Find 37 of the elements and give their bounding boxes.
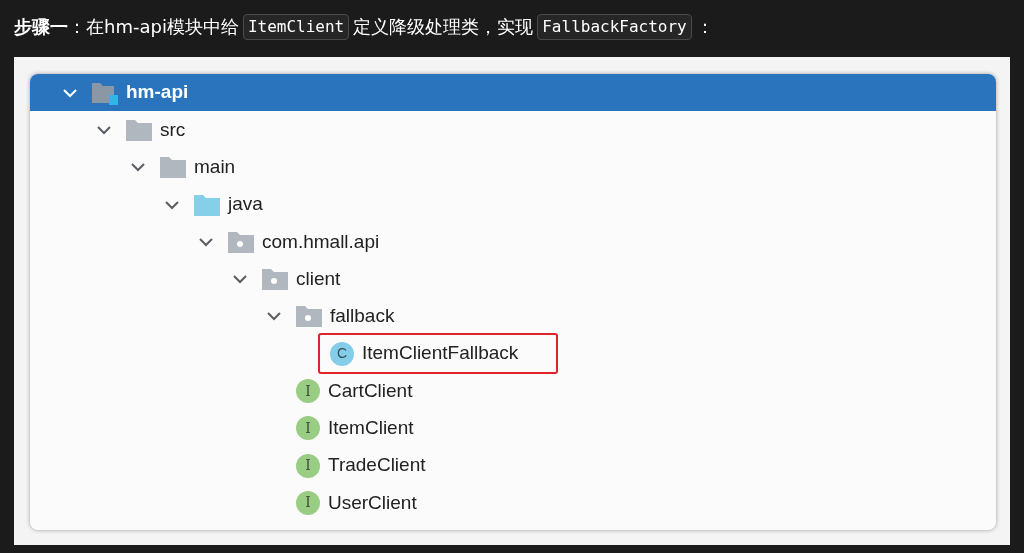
package-folder-icon xyxy=(262,268,288,291)
class-icon: C xyxy=(330,341,354,366)
tree-item-label: main xyxy=(194,155,236,179)
tree-item-label: TradeClient xyxy=(328,453,426,478)
step-heading: 步骤一：在hm-api模块中给 ItemClient 定义降级处理类，实现 FallbackFactory ： xyxy=(0,0,1024,57)
folder-icon xyxy=(126,118,152,141)
module-folder-icon xyxy=(92,80,118,105)
tree-item-label: fallback xyxy=(330,304,395,329)
tree-row[interactable]: src xyxy=(30,111,996,149)
interface-icon: I xyxy=(296,416,320,441)
tree-item-label: ItemClient xyxy=(328,416,414,441)
interface-icon: I xyxy=(296,453,320,478)
tree-row[interactable]: I ItemClient xyxy=(30,409,996,447)
folder-icon xyxy=(160,156,186,179)
tree-item-label: com.hmall.api xyxy=(262,229,380,254)
tree-item-label: UserClient xyxy=(328,490,417,515)
folder-icon xyxy=(194,193,220,216)
tree-row[interactable]: hm-api xyxy=(30,74,996,112)
tree-item-label: client xyxy=(296,266,341,291)
tree-row[interactable]: fallback xyxy=(30,297,996,336)
package-folder-icon xyxy=(296,305,322,328)
tree-row[interactable]: I CartClient xyxy=(30,372,996,410)
tree-item-label: hm-api xyxy=(126,80,189,105)
tree-row[interactable]: client xyxy=(30,260,996,298)
tree-row[interactable]: I TradeClient xyxy=(30,446,996,485)
tree-row[interactable]: main xyxy=(30,148,996,186)
tree-item-label: ItemClientFallback xyxy=(362,341,519,366)
tree-row[interactable]: C ItemClientFallback xyxy=(30,335,996,373)
tree-row[interactable]: I UserClient xyxy=(30,484,996,522)
tree-item-label: java xyxy=(228,192,263,217)
tree-item-label: CartClient xyxy=(328,378,413,403)
tree-item-label: src xyxy=(160,117,186,142)
interface-icon: I xyxy=(296,379,320,404)
package-folder-icon xyxy=(228,230,254,253)
tree-row[interactable]: com.hmall.api xyxy=(30,223,996,261)
interface-icon: I xyxy=(296,490,320,515)
tree-row[interactable]: java xyxy=(30,185,996,224)
